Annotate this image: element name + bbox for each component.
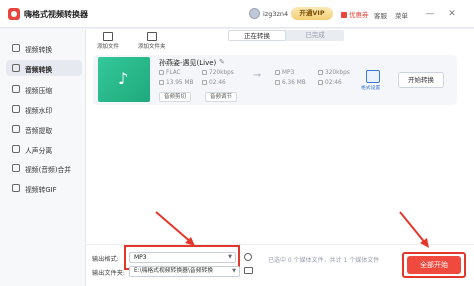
annotation-arrow-format: [155, 211, 193, 244]
annotation-arrows: [155, 211, 429, 248]
annotation-arrow-start: [399, 211, 427, 245]
